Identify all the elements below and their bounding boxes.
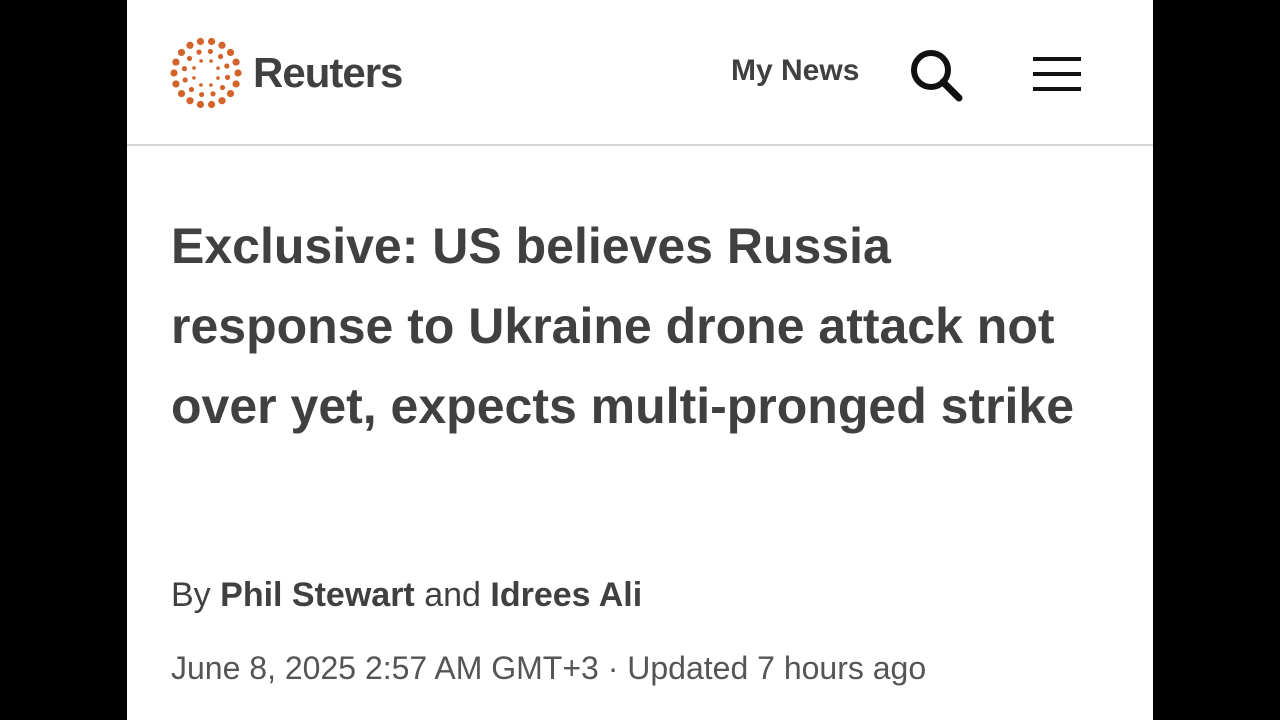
brand-name: Reuters — [253, 49, 403, 96]
logo-dot — [216, 66, 220, 70]
logo-dot — [207, 100, 216, 109]
logo-dot — [172, 58, 180, 66]
author-link-idrees-ali[interactable]: Idrees Ali — [490, 576, 642, 614]
logo-dot — [199, 83, 203, 87]
article-headline: Exclusive: US believes Russia response t… — [171, 218, 1075, 434]
logo-dot — [219, 84, 226, 91]
logo-dot — [207, 48, 213, 55]
logo-dot — [210, 91, 216, 97]
dateline-separator: · — [607, 650, 619, 686]
hamburger-menu-icon[interactable] — [1031, 54, 1083, 94]
published-timestamp: June 8, 2025 2:57 AM GMT+3 — [171, 650, 599, 686]
logo-dot — [192, 66, 196, 70]
logo-dot — [182, 77, 188, 83]
logo-dot — [218, 41, 226, 49]
logo-dot — [186, 41, 194, 49]
updated-timestamp: Updated 7 hours ago — [627, 650, 927, 686]
logo-dot — [226, 89, 235, 98]
logo-dot — [196, 37, 205, 46]
reuters-dot-ring-icon — [170, 37, 242, 109]
logo-dot — [207, 37, 216, 46]
logo-dot — [224, 74, 231, 80]
logo-dot — [234, 69, 242, 77]
logo-dot — [199, 59, 203, 63]
my-news-link[interactable]: My News — [731, 54, 859, 88]
logo-dot — [196, 100, 205, 109]
logo-dot — [232, 58, 240, 66]
site-header: Reuters My News — [127, 0, 1153, 146]
logo-dot — [209, 59, 213, 63]
logo-dot — [216, 76, 220, 80]
search-icon[interactable] — [907, 46, 965, 104]
byline-conjunction: and — [424, 576, 481, 614]
logo-dot — [224, 63, 230, 69]
logo-dot — [186, 97, 194, 105]
logo-dot — [209, 83, 213, 87]
logo-dot — [192, 76, 196, 80]
author-link-phil-stewart[interactable]: Phil Stewart — [220, 576, 415, 614]
dateline: June 8, 2025 2:57 AM GMT+3 · Updated 7 h… — [171, 650, 926, 687]
article-page: Reuters My News Exclusive: US believes R… — [127, 0, 1153, 720]
logo-dot — [177, 89, 186, 98]
logo-dot — [226, 48, 235, 57]
logo-dot — [218, 97, 226, 105]
logo-dot — [181, 66, 188, 72]
byline: By Phil Stewart and Idrees Ali — [171, 576, 642, 615]
logo-dot — [177, 48, 186, 57]
logo-dot — [172, 80, 180, 88]
logo-dot — [188, 86, 195, 93]
byline-prefix: By — [171, 576, 211, 614]
logo-dot — [196, 49, 202, 55]
logo-dot — [170, 69, 178, 77]
logo-dot — [217, 53, 224, 60]
logo-dot — [199, 91, 205, 98]
reuters-logo[interactable]: Reuters — [169, 36, 403, 110]
logo-dot — [186, 55, 193, 62]
logo-dot — [232, 80, 240, 88]
